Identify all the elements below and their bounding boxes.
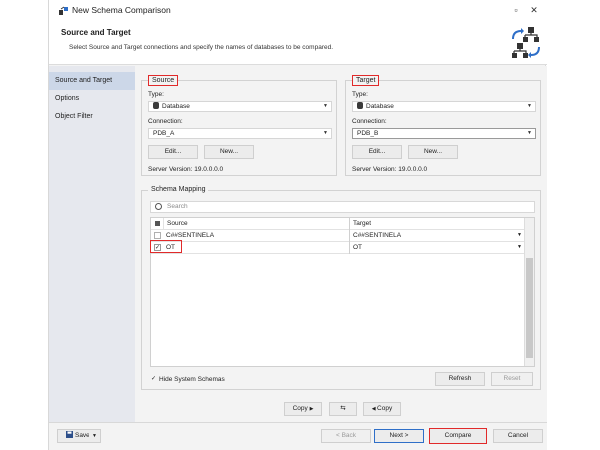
cancel-button[interactable]: Cancel [493, 429, 543, 443]
chevron-down-icon: ▼ [323, 130, 328, 136]
schema-compare-app-icon [59, 6, 68, 15]
source-new-button[interactable]: New... [204, 145, 254, 159]
dialog-footer: Save ▼ < Back Next > Compare Cancel [49, 422, 547, 450]
search-input[interactable]: Search [150, 201, 535, 213]
chevron-down-icon: ▼ [517, 244, 522, 250]
next-button[interactable]: Next > [374, 429, 424, 443]
swap-button[interactable]: ⇆ [329, 402, 357, 416]
target-type-label: Type: [352, 91, 368, 98]
table-row[interactable]: ✓ OT OT ▼ [151, 242, 525, 254]
schema-mapping-group: Schema Mapping Search Source Target C##S… [141, 185, 541, 390]
schema-compare-icon [512, 27, 540, 58]
row-checkbox[interactable] [154, 232, 161, 239]
save-icon [66, 431, 74, 438]
source-type-label: Type: [148, 91, 164, 98]
target-connection-label: Connection: [352, 118, 387, 125]
search-icon [155, 203, 162, 210]
page-description: Select Source and Target connections and… [69, 44, 334, 51]
target-group-label: Target [352, 75, 380, 86]
copy-right-label: Copy [292, 405, 308, 412]
swap-arrows-icon: ⇆ [340, 405, 346, 412]
column-header-source[interactable]: Source [163, 218, 349, 230]
database-icon [357, 102, 363, 109]
database-icon [153, 102, 159, 109]
search-placeholder: Search [167, 203, 188, 210]
target-edit-button[interactable]: Edit... [352, 145, 402, 159]
row-target-value: C##SENTINELA [353, 232, 402, 239]
chevron-down-icon: ▼ [517, 232, 522, 238]
target-type-value: Database [366, 103, 394, 110]
column-header-target[interactable]: Target [349, 218, 525, 230]
save-label: Save [74, 432, 90, 439]
nav-item-source-and-target[interactable]: Source and Target [49, 72, 135, 90]
chevron-down-icon: ▼ [323, 103, 328, 109]
source-connection-select[interactable]: PDB_A ▼ [148, 128, 332, 139]
close-icon[interactable]: ✕ [527, 3, 541, 17]
arrow-right-icon: ▶ [309, 406, 314, 412]
nav-item-object-filter[interactable]: Object Filter [49, 108, 135, 126]
select-all-checkbox[interactable] [155, 221, 160, 226]
schema-mapping-grid: Source Target C##SENTINELA C##SENTINELA … [150, 217, 535, 367]
chevron-down-icon: ▼ [527, 130, 532, 136]
target-connection-value: PDB_B [357, 130, 379, 137]
target-group: Target Type: Database ▼ Connection: PDB_… [345, 75, 541, 176]
save-dropdown-button[interactable]: ▼ [89, 429, 101, 443]
left-nav: Source and Target Options Object Filter [49, 66, 135, 422]
target-connection-select[interactable]: PDB_B ▼ [352, 128, 536, 139]
target-type-select[interactable]: Database ▼ [352, 101, 536, 112]
target-new-button[interactable]: New... [408, 145, 458, 159]
source-server-version: Server Version: 19.0.0.0.0 [148, 166, 224, 173]
back-button[interactable]: < Back [321, 429, 371, 443]
source-group: Source Type: Database ▼ Connection: PDB_… [141, 75, 337, 176]
source-type-select[interactable]: Database ▼ [148, 101, 332, 112]
row-source-cell: C##SENTINELA [166, 232, 215, 239]
page-header: Source and Target Select Source and Targ… [49, 22, 547, 65]
hide-system-schemas-label: Hide System Schemas [159, 376, 225, 383]
scrollbar-thumb[interactable] [526, 258, 533, 358]
reset-button[interactable]: Reset [491, 372, 533, 386]
vertical-scrollbar[interactable] [524, 218, 534, 366]
nav-item-options[interactable]: Options [49, 90, 135, 108]
row-target-value: OT [353, 244, 363, 251]
refresh-button[interactable]: Refresh [435, 372, 485, 386]
grid-header-row: Source Target [151, 218, 525, 230]
title-bar: New Schema Comparison ▫ ✕ [49, 0, 547, 22]
row-target-select[interactable]: C##SENTINELA ▼ [349, 230, 525, 242]
schema-mapping-label: Schema Mapping [148, 185, 209, 194]
maximize-icon[interactable]: ▫ [509, 3, 523, 17]
window-title: New Schema Comparison [72, 5, 171, 15]
chevron-down-icon: ▼ [527, 103, 532, 109]
source-type-value: Database [162, 103, 190, 110]
row-target-select[interactable]: OT ▼ [349, 242, 525, 254]
source-group-label: Source [148, 75, 179, 86]
copy-right-button[interactable]: Copy ▶ [284, 402, 322, 416]
chevron-down-icon: ▼ [92, 433, 97, 439]
hide-system-schemas-checkbox[interactable]: ✓ [150, 376, 157, 383]
page-title: Source and Target [61, 28, 131, 37]
compare-button[interactable]: Compare [429, 428, 487, 444]
target-server-version: Server Version: 19.0.0.0.0 [352, 166, 428, 173]
copy-left-label: Copy [377, 405, 393, 412]
source-edit-button[interactable]: Edit... [148, 145, 198, 159]
row-source-cell: OT [166, 244, 176, 251]
content-panel: Source Type: Database ▼ Connection: PDB_… [137, 66, 547, 422]
copy-left-button[interactable]: ◀ Copy [363, 402, 401, 416]
source-connection-label: Connection: [148, 118, 183, 125]
highlight-box [150, 240, 182, 253]
schema-comparison-window: New Schema Comparison ▫ ✕ Source and Tar… [48, 0, 547, 450]
table-row[interactable]: C##SENTINELA C##SENTINELA ▼ [151, 230, 525, 242]
source-connection-value: PDB_A [153, 130, 175, 137]
